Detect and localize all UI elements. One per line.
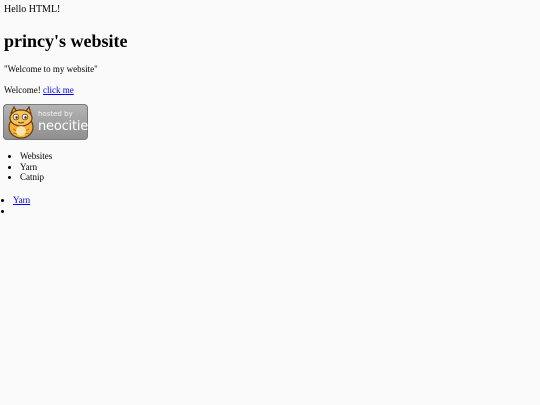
yarn-link[interactable]: Yarn (13, 195, 30, 205)
click-me-link[interactable]: click me (43, 85, 74, 95)
list-item: Yarn (20, 162, 52, 173)
neocities-brand: neocities (38, 119, 88, 134)
welcome-label: Welcome! (4, 85, 41, 95)
hello-text: Hello HTML! (4, 4, 61, 15)
hosted-by-label: hosted by (38, 110, 73, 118)
list-item-empty (13, 206, 30, 217)
page: Hello HTML! princy's website "Welcome to… (0, 0, 540, 405)
page-title: princy's website (4, 31, 128, 51)
welcome-line: Welcome! click me (4, 84, 74, 96)
welcome-quote: "Welcome to my website" (4, 64, 98, 74)
list-item: Yarn (13, 195, 30, 206)
links-list: Yarn (0, 195, 30, 216)
cat-icon (8, 105, 34, 139)
interests-list: Websites Yarn Catnip (0, 151, 52, 183)
neocities-badge[interactable]: hosted by neocities (3, 104, 88, 140)
list-item: Websites (20, 151, 52, 162)
list-item: Catnip (20, 172, 52, 183)
